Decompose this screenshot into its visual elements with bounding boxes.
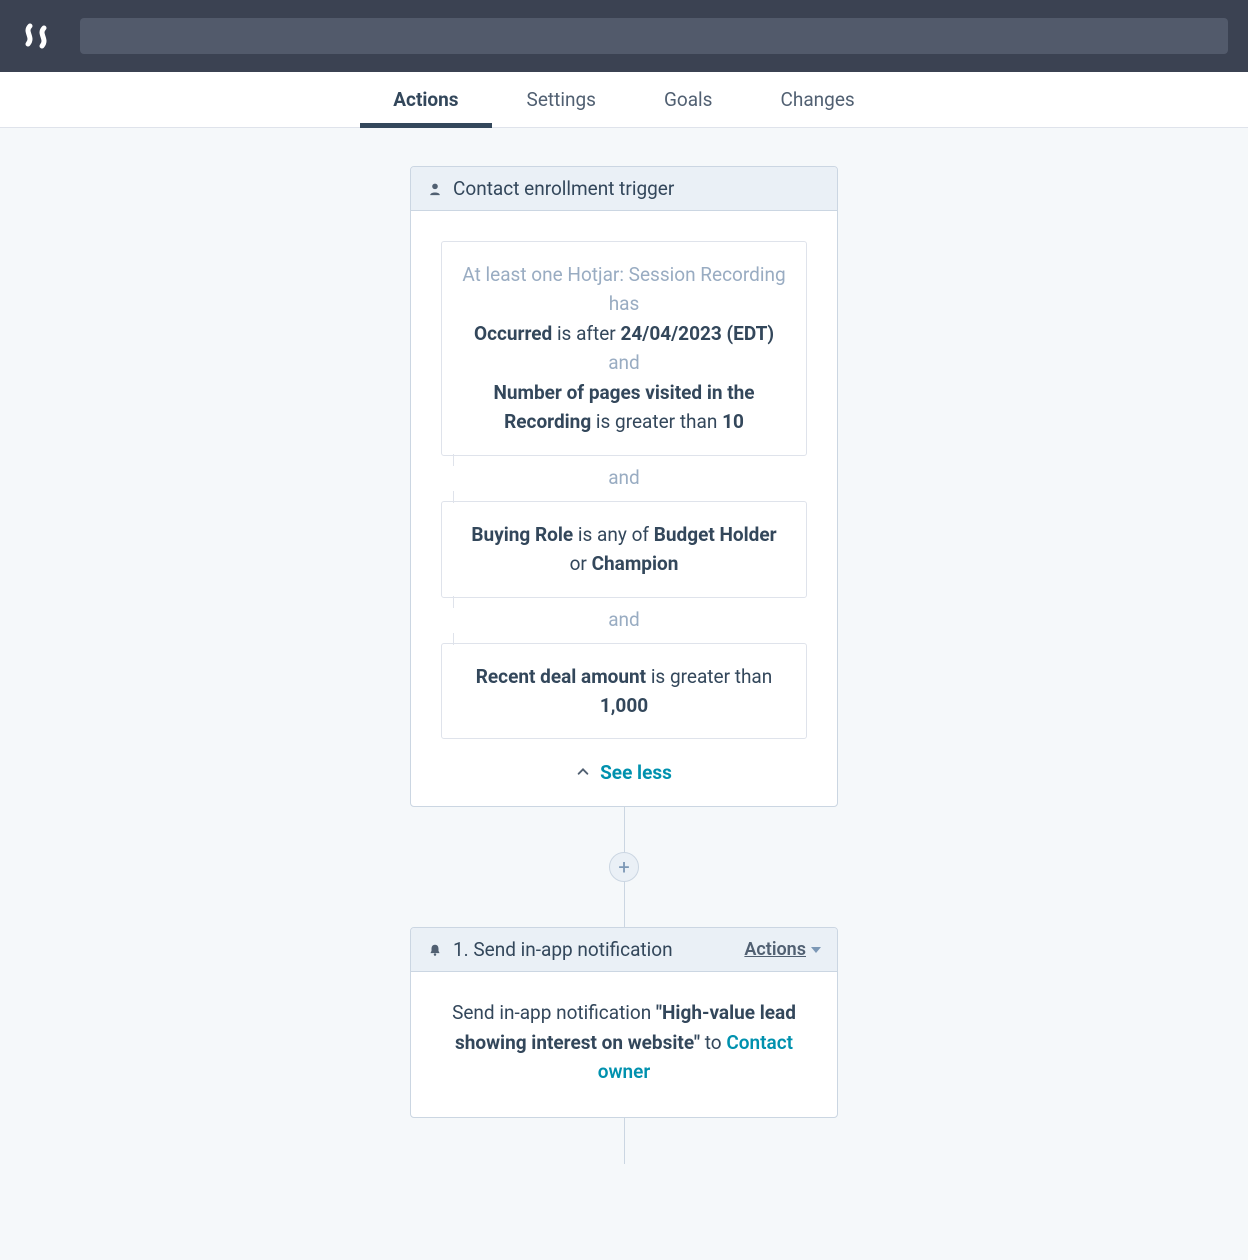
- actions-label: Actions: [744, 939, 806, 960]
- tab-goals[interactable]: Goals: [664, 72, 713, 127]
- cond-field: Recent deal amount: [476, 665, 646, 688]
- cond-value: Budget Holder: [654, 523, 777, 546]
- step-actions-menu[interactable]: Actions: [744, 939, 821, 960]
- bell-icon: [427, 942, 443, 958]
- cond-op: is greater than: [651, 665, 772, 688]
- chevron-up-icon: [576, 761, 590, 784]
- connector-line: [624, 881, 625, 927]
- workflow-canvas: Contact enrollment trigger At least one …: [0, 128, 1248, 1164]
- workflow-step-card[interactable]: 1. Send in-app notification Actions Send…: [410, 927, 838, 1117]
- cond-field: Buying Role: [471, 523, 573, 546]
- cond-field: Occurred: [474, 322, 552, 345]
- cond-value: Champion: [592, 552, 679, 575]
- see-less-toggle[interactable]: See less: [441, 761, 807, 784]
- card-title: 1. Send in-app notification: [453, 938, 673, 961]
- connector-line: [624, 1118, 625, 1164]
- search-input[interactable]: [80, 18, 1228, 54]
- card-title: Contact enrollment trigger: [453, 177, 674, 200]
- card-body: At least one Hotjar: Session Recording h…: [411, 211, 837, 806]
- tab-label: Goals: [664, 88, 713, 111]
- card-header: 1. Send in-app notification Actions: [411, 928, 837, 972]
- cond-op: is any of: [578, 523, 654, 546]
- step-text: Send in-app notification: [452, 1001, 656, 1024]
- tab-label: Settings: [527, 88, 596, 111]
- contact-icon: [427, 181, 443, 197]
- cond-op: is after: [557, 322, 621, 345]
- cond-and: and: [608, 351, 640, 374]
- chevron-down-icon: [811, 947, 821, 953]
- connector-line: [624, 807, 625, 853]
- enrollment-trigger-card[interactable]: Contact enrollment trigger At least one …: [410, 166, 838, 807]
- condition-block[interactable]: At least one Hotjar: Session Recording h…: [441, 241, 807, 456]
- condition-block[interactable]: Recent deal amount is greater than 1,000: [441, 643, 807, 740]
- plus-icon: +: [618, 857, 629, 877]
- and-separator: and: [441, 456, 807, 501]
- header-left: 1. Send in-app notification: [427, 938, 673, 961]
- tab-settings[interactable]: Settings: [527, 72, 596, 127]
- add-step-button[interactable]: +: [609, 852, 639, 882]
- tab-actions[interactable]: Actions: [393, 72, 458, 127]
- cond-value: 10: [722, 410, 744, 433]
- and-separator: and: [441, 598, 807, 643]
- cond-value: 24/04/2023 (EDT): [620, 322, 774, 345]
- tab-changes[interactable]: Changes: [780, 72, 854, 127]
- cond-intro: At least one Hotjar: Session Recording h…: [462, 263, 785, 315]
- cond-or: or: [570, 552, 592, 575]
- cond-op: is greater than: [596, 410, 722, 433]
- card-body: Send in-app notification "High-value lea…: [411, 972, 837, 1116]
- tab-label: Changes: [780, 88, 854, 111]
- condition-block[interactable]: Buying Role is any of Budget Holder or C…: [441, 501, 807, 598]
- tab-label: Actions: [393, 88, 458, 111]
- tab-nav: Actions Settings Goals Changes: [0, 72, 1248, 128]
- top-bar: [0, 0, 1248, 72]
- see-less-label: See less: [600, 761, 672, 784]
- card-header: Contact enrollment trigger: [411, 167, 837, 211]
- app-logo-icon: [20, 20, 52, 52]
- cond-value: 1,000: [600, 694, 648, 717]
- step-text: to: [705, 1031, 727, 1054]
